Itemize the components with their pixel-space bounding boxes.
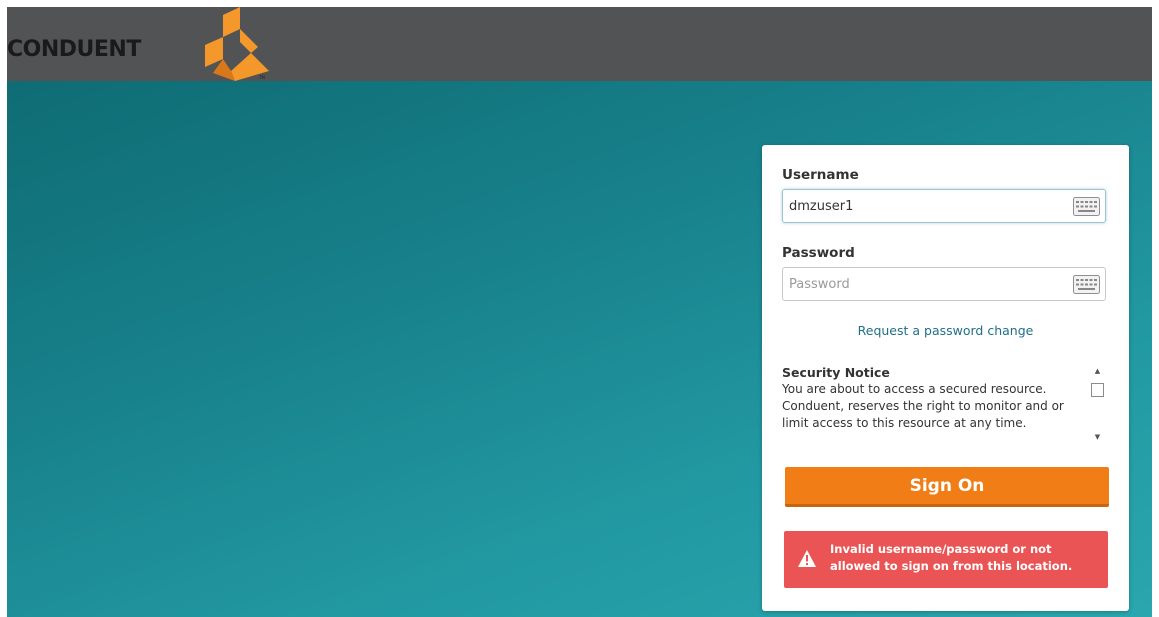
scroll-up-arrow-icon[interactable]: ▲ — [1093, 367, 1102, 375]
scroll-down-arrow-icon[interactable]: ▼ — [1093, 433, 1102, 441]
request-password-change-link[interactable]: Request a password change — [762, 323, 1129, 338]
logo-wordmark: CONDUENT — [7, 37, 141, 62]
security-notice-scrollbar[interactable]: ▲ ▼ — [1090, 365, 1105, 443]
password-input[interactable] — [789, 268, 1059, 300]
password-field[interactable] — [782, 267, 1106, 301]
security-notice-body: You are about to access a secured resour… — [782, 382, 1064, 430]
logo-trademark: TM — [259, 75, 265, 80]
keyboard-icon[interactable] — [1073, 275, 1100, 294]
error-message: Invalid username/password or not allowed… — [830, 542, 1073, 573]
security-notice: Security Notice You are about to access … — [782, 365, 1082, 443]
conduent-logo-mark-icon — [205, 7, 269, 81]
top-bar: CONDUENT TM — [7, 7, 1152, 81]
username-label: Username — [782, 167, 859, 183]
scrollbar-thumb[interactable] — [1091, 383, 1104, 397]
error-alert: Invalid username/password or not allowed… — [784, 531, 1108, 588]
login-card: Username Password Request a password cha… — [762, 145, 1129, 611]
keyboard-icon[interactable] — [1073, 197, 1100, 216]
sign-on-button[interactable]: Sign On — [785, 467, 1109, 507]
username-input[interactable] — [789, 190, 1059, 222]
username-field[interactable] — [782, 189, 1106, 223]
login-page: CONDUENT TM Username Password — [7, 7, 1152, 617]
warning-icon — [798, 550, 816, 567]
password-label: Password — [782, 245, 855, 261]
security-notice-title: Security Notice — [782, 365, 890, 380]
